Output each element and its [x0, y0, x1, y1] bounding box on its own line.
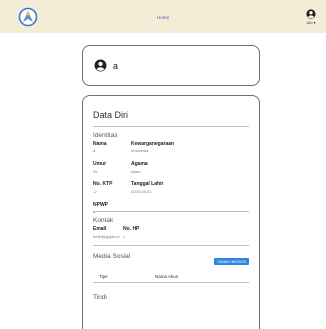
nama-value: a	[93, 148, 96, 153]
next-section-heading: Tindi	[93, 294, 107, 301]
account-circle-icon	[94, 59, 107, 72]
user-menu[interactable]: Ulo ▾	[304, 8, 318, 25]
tanggal-lahir-label: Tanggal Lahir	[131, 181, 164, 187]
profile-name-card: a	[82, 45, 260, 86]
section-media-sosial-heading: Media Sosial	[93, 253, 131, 260]
agama-value: Islam	[131, 169, 141, 174]
user-menu-label: Ulo ▾	[306, 19, 316, 25]
email-label: Email	[93, 226, 107, 232]
divider	[93, 211, 249, 212]
ktp-label: No. KTP	[93, 181, 113, 187]
kewarganegaraan-label: Kewarganegaraan	[131, 141, 175, 147]
col-tipe-header: Tipe	[99, 274, 108, 279]
add-social-media-button[interactable]: TAMBAH MEDSOS	[214, 258, 249, 265]
email-value: tuhkf@gojek.id	[93, 234, 120, 239]
ktp-value: -2	[93, 189, 97, 194]
tanggal-lahir-value: 2023-08-01	[131, 189, 152, 194]
profile-name: a	[113, 60, 119, 71]
table-divider	[93, 282, 249, 283]
npwp-label: NPWP	[93, 202, 108, 208]
divider	[93, 126, 249, 127]
umur-value: 26	[93, 169, 98, 174]
top-navigation-bar: Home Ulo ▾	[0, 0, 326, 33]
nama-label: Nama	[93, 141, 107, 147]
data-diri-card: Data Diri Identitas Nama a Kewarganegara…	[82, 95, 260, 329]
nav-home-link[interactable]: Home	[157, 15, 169, 20]
no-hp-value: 1	[123, 234, 126, 239]
account-circle-icon	[306, 8, 316, 19]
divider	[93, 245, 249, 246]
card-title: Data Diri	[93, 110, 129, 120]
section-kontak-heading: Kontak	[93, 217, 114, 224]
no-hp-label: No. HP	[123, 226, 140, 232]
app-logo-icon[interactable]	[18, 7, 38, 27]
kewarganegaraan-value: Indonesia	[131, 148, 149, 153]
agama-label: Agama	[131, 161, 148, 167]
section-identitas-heading: Identitas	[93, 132, 118, 139]
umur-label: Umur	[93, 161, 107, 167]
col-nama-akun-header: Nama Akun	[155, 274, 179, 279]
